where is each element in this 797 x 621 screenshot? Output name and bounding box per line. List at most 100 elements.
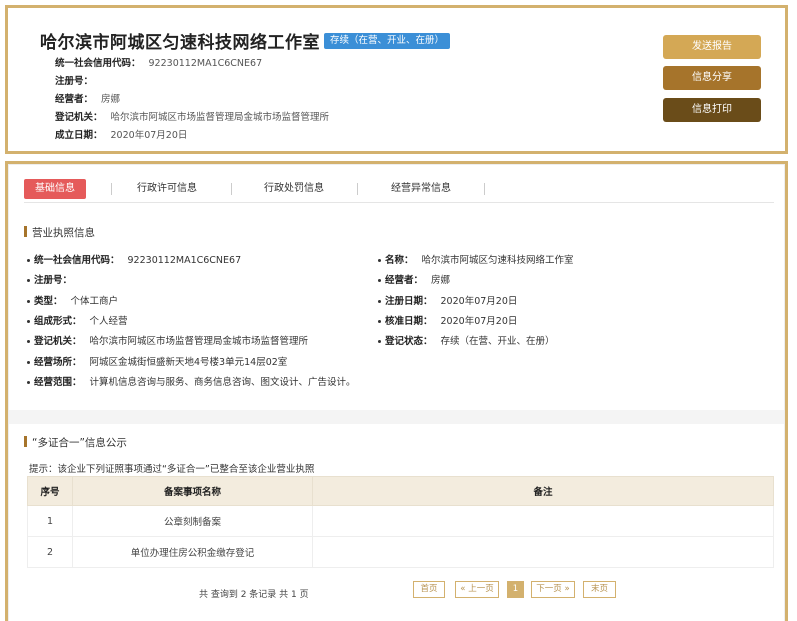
field-label: 注册号： bbox=[34, 275, 73, 286]
license-field: 登记机关： 哈尔滨市阿城区市场监督管理局金城市场监督管理所 bbox=[27, 333, 387, 347]
field-label: 成立日期： bbox=[55, 130, 103, 141]
field-label: 名称： bbox=[385, 255, 414, 266]
bullet-icon bbox=[27, 259, 30, 262]
multi-cert-hint: 提示：该企业下列证照事项通过“多证合一”已整合至该企业营业执照 bbox=[29, 464, 315, 475]
header-credit-code: 统一社会信用代码： 92230112MA1C6CNE67 bbox=[55, 55, 262, 69]
send-report-button[interactable]: 发送报告 bbox=[663, 35, 761, 59]
row-number: 1 bbox=[27, 505, 73, 537]
pager-current-page[interactable]: 1 bbox=[507, 581, 524, 598]
pager-prev-button[interactable]: « 上一页 bbox=[455, 581, 499, 598]
header-reg-number: 注册号： bbox=[55, 73, 101, 87]
field-value: 哈尔滨市阿城区市场监督管理局金城市场监督管理所 bbox=[89, 336, 309, 347]
column-header: 序号 bbox=[27, 476, 73, 506]
bullet-icon bbox=[378, 300, 381, 303]
pager-next-button[interactable]: 下一页 » bbox=[531, 581, 575, 598]
company-header-card: 哈尔滨市阿城区匀速科技网络工作室 存续（在营、开业、在册） 统一社会信用代码： 9… bbox=[5, 5, 788, 154]
column-header: 备注 bbox=[312, 476, 774, 506]
row-note bbox=[312, 505, 774, 537]
field-label: 经营场所： bbox=[34, 357, 82, 368]
table-header-row: 序号 备案事项名称 备注 bbox=[27, 476, 774, 506]
pager-last-button[interactable]: 末页 bbox=[583, 581, 616, 598]
field-value: 个人经营 bbox=[89, 316, 128, 327]
row-note bbox=[312, 536, 774, 568]
license-field: 统一社会信用代码： 92230112MA1C6CNE67 bbox=[27, 252, 387, 266]
license-field: 类型： 个体工商户 bbox=[27, 293, 387, 307]
detail-card: 基础信息 行政许可信息 行政处罚信息 经营异常信息 营业执照信息 统一社会信用代… bbox=[5, 161, 788, 621]
field-label: 组成形式： bbox=[34, 316, 82, 327]
bullet-icon bbox=[27, 300, 30, 303]
tab-penalty-info[interactable]: 行政处罚信息 bbox=[249, 179, 339, 199]
license-field: 经营者： 房娜 bbox=[378, 272, 738, 286]
license-field: 组成形式： 个人经营 bbox=[27, 313, 387, 327]
status-badge: 存续（在营、开业、在册） bbox=[324, 33, 451, 49]
field-value: 2020年07月20日 bbox=[440, 296, 518, 307]
field-value: 2020年07月20日 bbox=[440, 316, 518, 327]
tab-abnormal-info[interactable]: 经营异常信息 bbox=[376, 179, 466, 199]
tab-license-info[interactable]: 行政许可信息 bbox=[122, 179, 212, 199]
field-value: 92230112MA1C6CNE67 bbox=[127, 255, 242, 266]
detail-card-inner: 基础信息 行政许可信息 行政处罚信息 经营异常信息 营业执照信息 统一社会信用代… bbox=[8, 164, 785, 621]
field-value: 计算机信息咨询与服务、商务信息咨询、图文设计、广告设计。 bbox=[89, 377, 356, 388]
bullet-icon bbox=[27, 361, 30, 364]
bullet-icon bbox=[27, 381, 30, 384]
field-label: 登记状态： bbox=[385, 336, 433, 347]
field-label: 登记机关： bbox=[55, 112, 103, 123]
license-field: 核准日期： 2020年07月20日 bbox=[378, 313, 738, 327]
field-value: 房娜 bbox=[431, 275, 451, 286]
section-divider bbox=[9, 410, 784, 424]
tab-divider bbox=[357, 183, 358, 195]
bullet-icon bbox=[27, 320, 30, 323]
license-field: 注册号： bbox=[27, 272, 387, 286]
license-field: 经营范围： 计算机信息咨询与服务、商务信息咨询、图文设计、广告设计。 bbox=[27, 374, 387, 388]
field-value: 房娜 bbox=[101, 94, 121, 105]
bullet-icon bbox=[378, 340, 381, 343]
tab-basic-info[interactable]: 基础信息 bbox=[24, 179, 86, 199]
field-value: 存续（在营、开业、在册） bbox=[440, 336, 555, 347]
field-label: 核准日期： bbox=[385, 316, 433, 327]
field-value: 阿城区金城街恒盛新天地4号楼3单元14层02室 bbox=[89, 357, 288, 368]
multi-cert-section-title: “多证合一”信息公示 bbox=[24, 435, 127, 450]
print-button[interactable]: 信息打印 bbox=[663, 98, 761, 122]
row-item-name: 公章刻制备案 bbox=[72, 505, 313, 537]
table-row: 1 公章刻制备案 bbox=[27, 505, 774, 537]
table-row: 2 单位办理住房公积金缴存登记 bbox=[27, 536, 774, 568]
field-label: 注册日期： bbox=[385, 296, 433, 307]
bullet-icon bbox=[27, 340, 30, 343]
field-value: 哈尔滨市阿城区匀速科技网络工作室 bbox=[421, 255, 574, 266]
column-header: 备案事项名称 bbox=[72, 476, 313, 506]
license-field: 经营场所： 阿城区金城街恒盛新天地4号楼3单元14层02室 bbox=[27, 354, 387, 368]
field-value: 个体工商户 bbox=[70, 296, 119, 307]
pager-summary: 共 查询到 2 条记录 共 1 页 bbox=[199, 590, 309, 600]
license-field: 注册日期： 2020年07月20日 bbox=[378, 293, 738, 307]
license-field: 名称： 哈尔滨市阿城区匀速科技网络工作室 bbox=[378, 252, 738, 266]
field-label: 登记机关： bbox=[34, 336, 82, 347]
bullet-icon bbox=[378, 259, 381, 262]
field-label: 统一社会信用代码： bbox=[55, 58, 141, 69]
field-label: 注册号： bbox=[55, 76, 94, 87]
field-label: 类型： bbox=[34, 296, 63, 307]
field-value: 2020年07月20日 bbox=[110, 130, 188, 141]
tab-bar: 基础信息 行政许可信息 行政处罚信息 经营异常信息 bbox=[24, 179, 774, 203]
field-label: 经营者： bbox=[55, 94, 94, 105]
field-value: 哈尔滨市阿城区市场监督管理局金城市场监督管理所 bbox=[110, 112, 330, 123]
row-number: 2 bbox=[27, 536, 73, 568]
bullet-icon bbox=[378, 320, 381, 323]
tab-divider bbox=[484, 183, 485, 195]
bullet-icon bbox=[27, 279, 30, 282]
share-button[interactable]: 信息分享 bbox=[663, 66, 761, 90]
field-label: 经营范围： bbox=[34, 377, 82, 388]
row-item-name: 单位办理住房公积金缴存登记 bbox=[72, 536, 313, 568]
header-operator: 经营者： 房娜 bbox=[55, 91, 120, 105]
pager-first-button[interactable]: 首页 bbox=[413, 581, 445, 598]
field-label: 统一社会信用代码： bbox=[34, 255, 120, 266]
multi-cert-table: 序号 备案事项名称 备注 1 公章刻制备案 2 单位办理住房公积金缴存登记 bbox=[27, 476, 774, 568]
field-label: 经营者： bbox=[385, 275, 424, 286]
bullet-icon bbox=[378, 279, 381, 282]
header-authority: 登记机关： 哈尔滨市阿城区市场监督管理局金城市场监督管理所 bbox=[55, 109, 329, 123]
tab-divider bbox=[231, 183, 232, 195]
license-section-title: 营业执照信息 bbox=[24, 225, 95, 240]
company-name: 哈尔滨市阿城区匀速科技网络工作室 bbox=[40, 33, 320, 53]
license-field: 登记状态： 存续（在营、开业、在册） bbox=[378, 333, 738, 347]
tab-divider bbox=[111, 183, 112, 195]
header-founded-date: 成立日期： 2020年07月20日 bbox=[55, 127, 187, 141]
